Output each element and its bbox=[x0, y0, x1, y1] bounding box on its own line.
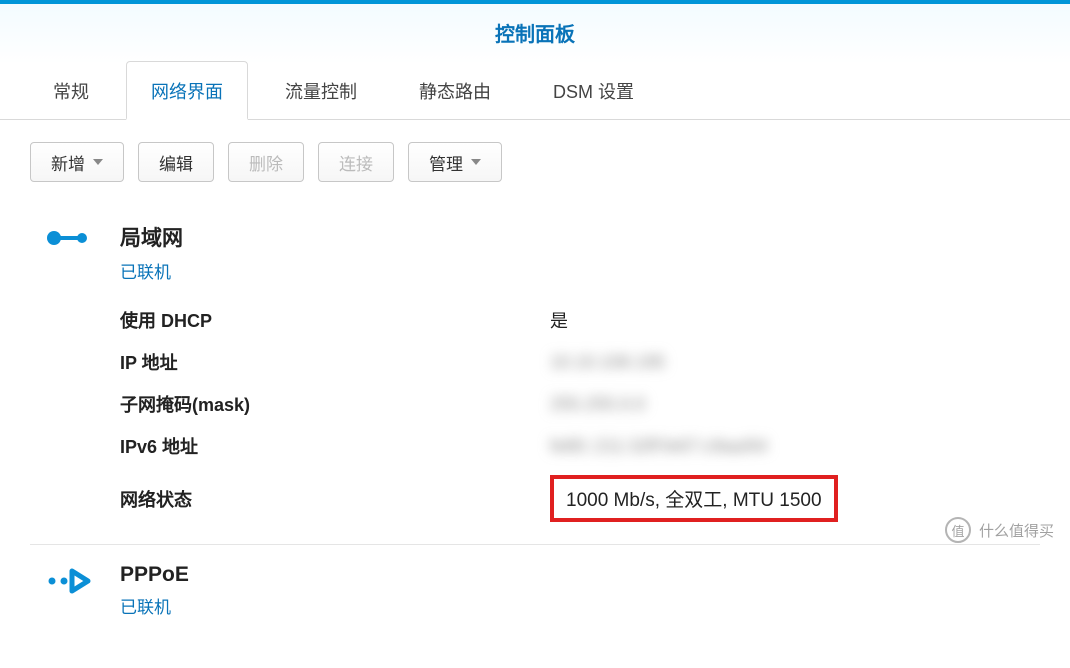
interface-status: 已联机 bbox=[120, 258, 1030, 283]
detail-mask: 子网掩码(mask) 255.255.0.0 bbox=[120, 383, 1030, 425]
manage-button[interactable]: 管理 bbox=[408, 142, 502, 182]
connect-button: 连接 bbox=[318, 142, 394, 182]
dhcp-label: 使用 DHCP bbox=[120, 307, 550, 333]
interface-name: PPPoE bbox=[120, 563, 1030, 587]
delete-button: 删除 bbox=[228, 142, 304, 182]
lan-icon bbox=[40, 222, 96, 530]
tab-traffic-control[interactable]: 流量控制 bbox=[260, 61, 382, 120]
add-button[interactable]: 新增 bbox=[30, 142, 124, 182]
detail-netstat: 网络状态 1000 Mb/s, 全双工, MTU 1500 bbox=[120, 467, 1030, 530]
ip-value: 10.10.108.195 bbox=[550, 352, 1030, 373]
window-title: 控制面板 bbox=[0, 4, 1070, 60]
interface-lan[interactable]: 局域网 已联机 使用 DHCP 是 IP 地址 10.10.108.195 子网… bbox=[30, 204, 1040, 544]
ip-label: IP 地址 bbox=[120, 349, 550, 375]
tab-static-route[interactable]: 静态路由 bbox=[394, 61, 516, 120]
ipv6-value: fe80::211:32ff:fe67:c9aa/64 bbox=[550, 436, 1030, 457]
detail-ip: IP 地址 10.10.108.195 bbox=[120, 341, 1030, 383]
edit-button[interactable]: 编辑 bbox=[138, 142, 214, 182]
interface-list: 局域网 已联机 使用 DHCP 是 IP 地址 10.10.108.195 子网… bbox=[0, 204, 1070, 668]
pppoe-icon bbox=[40, 563, 96, 634]
mask-label: 子网掩码(mask) bbox=[120, 391, 550, 417]
netstat-label: 网络状态 bbox=[120, 486, 550, 512]
tab-general[interactable]: 常规 bbox=[28, 61, 114, 120]
connect-button-label: 连接 bbox=[339, 150, 373, 175]
manage-button-label: 管理 bbox=[429, 150, 463, 175]
caret-down-icon bbox=[93, 159, 103, 165]
dhcp-value: 是 bbox=[550, 307, 1030, 333]
watermark-text: 什么值得买 bbox=[979, 520, 1054, 541]
tab-network-interface[interactable]: 网络界面 bbox=[126, 61, 248, 120]
detail-ipv6: IPv6 地址 fe80::211:32ff:fe67:c9aa/64 bbox=[120, 425, 1030, 467]
watermark: 值 什么值得买 bbox=[945, 517, 1054, 543]
tab-bar: 常规 网络界面 流量控制 静态路由 DSM 设置 bbox=[0, 60, 1070, 120]
add-button-label: 新增 bbox=[51, 150, 85, 175]
delete-button-label: 删除 bbox=[249, 150, 283, 175]
interface-status: 已联机 bbox=[120, 593, 1030, 618]
watermark-icon: 值 bbox=[945, 517, 971, 543]
detail-dhcp: 使用 DHCP 是 bbox=[120, 299, 1030, 341]
mask-value: 255.255.0.0 bbox=[550, 394, 1030, 415]
caret-down-icon bbox=[471, 159, 481, 165]
tab-dsm-settings[interactable]: DSM 设置 bbox=[528, 61, 659, 120]
toolbar: 新增 编辑 删除 连接 管理 bbox=[0, 120, 1070, 204]
ipv6-label: IPv6 地址 bbox=[120, 433, 550, 459]
interface-name: 局域网 bbox=[120, 222, 1030, 252]
interface-pppoe[interactable]: PPPoE 已联机 bbox=[30, 544, 1040, 648]
edit-button-label: 编辑 bbox=[159, 150, 193, 175]
netstat-value: 1000 Mb/s, 全双工, MTU 1500 bbox=[550, 475, 838, 522]
